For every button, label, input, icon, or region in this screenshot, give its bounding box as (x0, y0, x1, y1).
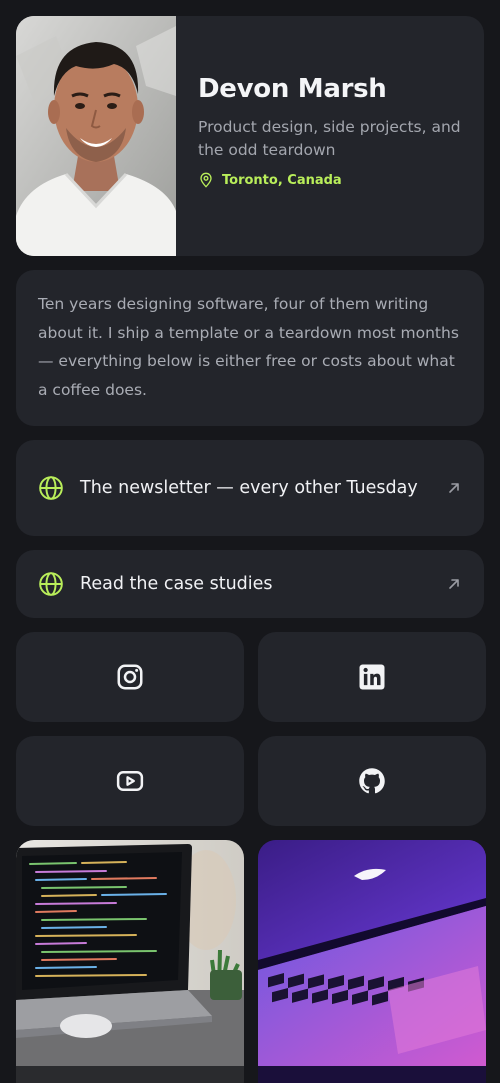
laptop-purple-image (258, 840, 486, 1066)
profile-name: Devon Marsh (198, 74, 387, 104)
github-icon (359, 768, 385, 794)
gallery-photo-laptop-code[interactable] (16, 840, 244, 1083)
avatar (16, 16, 176, 256)
map-pin-icon (200, 172, 212, 188)
arrow-up-right-icon (449, 483, 459, 493)
case-studies-link[interactable]: Read the case studies (16, 550, 484, 618)
instagram-link[interactable] (16, 632, 244, 722)
profile-card: Devon Marsh Product design, side project… (16, 16, 484, 256)
linkedin-icon (359, 664, 385, 690)
profile-photo (16, 16, 176, 256)
arrow-up-right-icon (449, 579, 459, 589)
globe-icon (39, 572, 63, 596)
profile-info: Devon Marsh Product design, side project… (198, 74, 468, 188)
case-studies-link-label: Read the case studies (80, 573, 273, 594)
globe-icon (39, 476, 63, 500)
location-label: Toronto, Canada (222, 172, 342, 188)
profile-tagline: Product design, side projects, and the o… (198, 118, 461, 159)
profile-location: Toronto, Canada (198, 172, 468, 188)
gallery-photo-laptop-purple[interactable] (258, 840, 486, 1083)
bio-text: Ten years designing software, four of th… (38, 295, 459, 399)
youtube-link[interactable] (16, 736, 244, 826)
bio-card: Ten years designing software, four of th… (16, 270, 484, 426)
newsletter-link[interactable]: The newsletter — every other Tuesday (16, 440, 484, 536)
github-link[interactable] (258, 736, 486, 826)
newsletter-link-label: The newsletter — every other Tuesday (80, 477, 418, 498)
instagram-icon (117, 664, 143, 690)
youtube-icon (116, 771, 144, 791)
laptop-code-image (16, 840, 244, 1066)
linkedin-link[interactable] (258, 632, 486, 722)
